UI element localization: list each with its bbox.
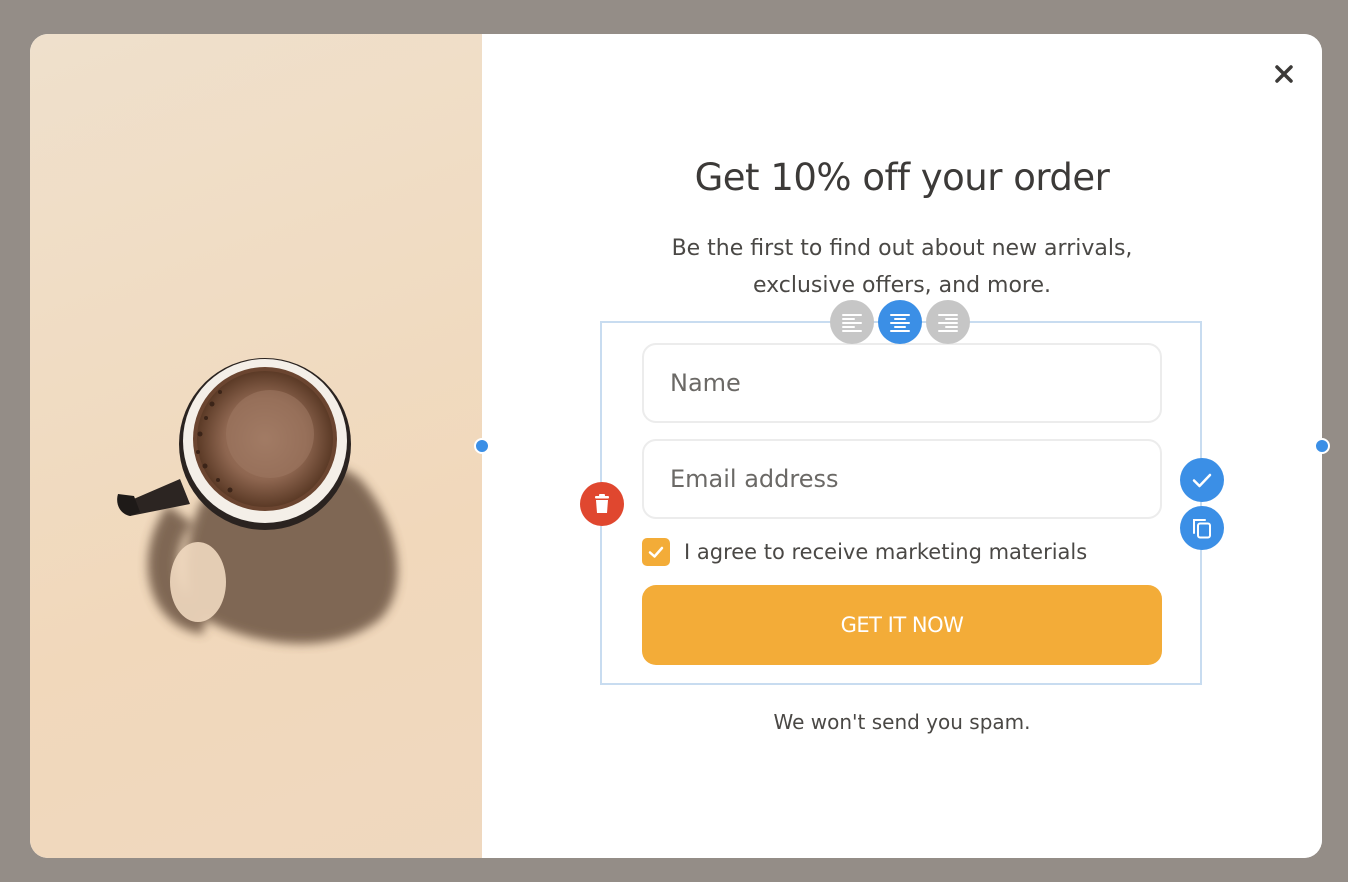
subtitle-line-2: exclusive offers, and more. — [752, 273, 1052, 298]
coffee-image — [30, 34, 482, 858]
coffee-illustration — [117, 358, 398, 644]
name-input[interactable] — [642, 343, 1162, 423]
consent-checkbox[interactable] — [642, 538, 670, 566]
spam-note: We won't send you spam. — [773, 710, 1031, 734]
align-right-button[interactable] — [926, 300, 970, 344]
content-panel: Get 10% off your order Be the first to f… — [482, 34, 1322, 858]
popup-modal: Get 10% off your order Be the first to f… — [30, 34, 1322, 858]
copy-icon — [1193, 519, 1211, 539]
align-center-icon — [890, 314, 910, 332]
duplicate-block-button[interactable] — [1180, 506, 1224, 550]
consent-label: I agree to receive marketing materials — [684, 540, 1088, 564]
subtitle-line-1: Be the first to find out about new arriv… — [671, 236, 1133, 261]
check-icon — [1192, 473, 1212, 488]
align-left-button[interactable] — [830, 300, 874, 344]
align-right-icon — [938, 314, 958, 332]
popup-subtitle: Be the first to find out about new arriv… — [482, 230, 1322, 304]
close-icon — [1275, 65, 1293, 83]
resize-handle-left[interactable] — [474, 438, 490, 454]
popup-title: Get 10% off your order — [694, 156, 1110, 199]
signup-form-block[interactable]: I agree to receive marketing materials G… — [600, 321, 1202, 685]
align-left-icon — [842, 314, 862, 332]
get-it-now-button[interactable]: GET IT NOW — [642, 585, 1162, 665]
close-button[interactable] — [1268, 58, 1300, 90]
check-icon — [648, 546, 664, 558]
align-center-button[interactable] — [878, 300, 922, 344]
consent-row: I agree to receive marketing materials — [642, 537, 1087, 567]
delete-block-button[interactable] — [580, 482, 624, 526]
email-input[interactable] — [642, 439, 1162, 519]
confirm-block-button[interactable] — [1180, 458, 1224, 502]
alignment-toolbar — [830, 300, 974, 346]
resize-handle-right[interactable] — [1314, 438, 1330, 454]
trash-icon — [595, 494, 609, 513]
